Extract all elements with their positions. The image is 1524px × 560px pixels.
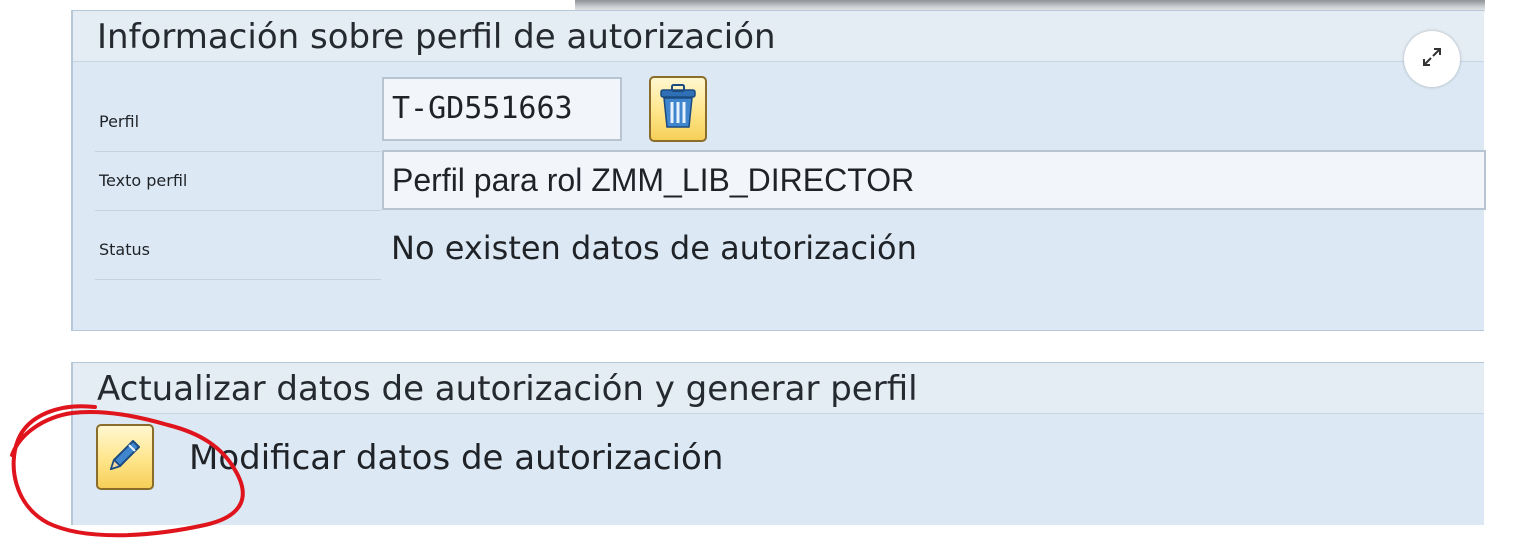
expand-icon [1420, 45, 1444, 73]
auth-update-panel: Actualizar datos de autorización y gener… [71, 362, 1484, 525]
trash-icon [658, 84, 698, 134]
status-label: Status [95, 220, 381, 280]
auth-update-header: Actualizar datos de autorización y gener… [73, 362, 1484, 414]
expand-button[interactable] [1404, 31, 1460, 87]
profile-info-panel: Información sobre perfil de autorización… [71, 10, 1486, 331]
delete-profile-button[interactable] [649, 76, 707, 142]
pencil-icon [104, 434, 146, 480]
profile-field[interactable]: T-GD551663 [382, 77, 622, 141]
profile-text-label: Texto perfil [95, 151, 381, 211]
status-value: No existen datos de autorización [391, 229, 917, 267]
modify-auth-data-button[interactable] [96, 424, 154, 490]
profile-label: Perfil [95, 92, 381, 152]
modify-auth-data-label[interactable]: Modificar datos de autorización [189, 428, 723, 488]
profile-text-field[interactable]: Perfil para rol ZMM_LIB_DIRECTOR [382, 150, 1486, 210]
profile-info-header: Información sobre perfil de autorización [73, 10, 1484, 62]
